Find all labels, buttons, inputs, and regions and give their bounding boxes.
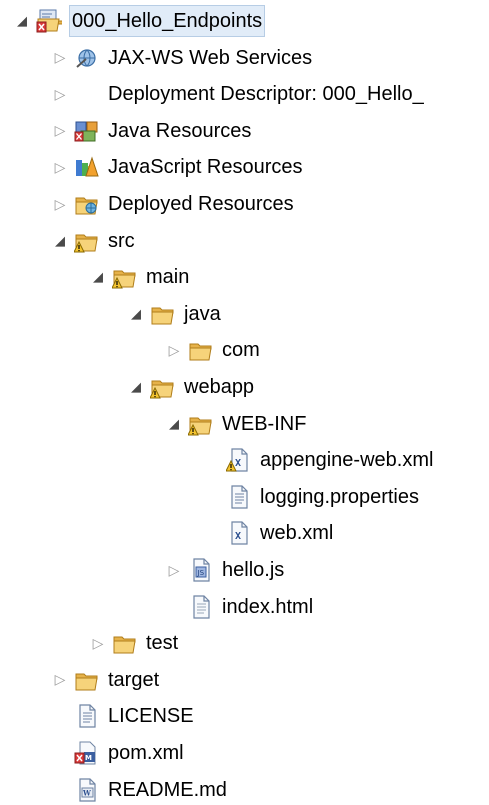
tree-item[interactable]: ▷ Java Resources <box>48 116 252 146</box>
tree-item[interactable]: ▷ test <box>86 628 179 658</box>
java-resources-icon <box>72 116 102 146</box>
tree-item[interactable]: Mpom.xml <box>48 738 184 768</box>
collapse-arrow-icon[interactable]: ◢ <box>48 226 72 256</box>
tree-item[interactable]: ▷ JAX-WS Web Services <box>48 43 313 73</box>
tree-item[interactable]: ◢ 000_Hello_Endpoints <box>10 5 266 37</box>
tree-item-label: index.html <box>222 595 314 618</box>
expand-arrow-icon[interactable]: ▷ <box>48 79 72 109</box>
svg-text:X: X <box>235 458 241 469</box>
tree-item[interactable]: ◢ src <box>48 226 135 256</box>
collapse-arrow-icon[interactable]: ◢ <box>86 262 110 292</box>
tree-item-label: Deployed Resources <box>108 193 294 215</box>
html-file-icon <box>186 592 216 622</box>
tree-item-label: test <box>146 632 179 655</box>
tree-item-label: Java Resources <box>108 119 252 142</box>
webservice-icon <box>72 43 102 73</box>
xml-warning-icon: X <box>224 445 254 475</box>
tree-item-label: WEB-INF <box>222 412 307 435</box>
expand-arrow-icon[interactable]: ▷ <box>86 628 110 658</box>
tree-item-label: logging.properties <box>260 485 419 508</box>
folder-warning-icon <box>110 262 140 292</box>
tree-item-label: pom.xml <box>108 742 184 764</box>
tree-item[interactable]: Xappengine-web.xml <box>200 445 433 475</box>
svg-text:M: M <box>85 754 92 762</box>
collapse-arrow-icon[interactable]: ◢ <box>10 6 34 36</box>
svg-text:JS: JS <box>197 569 205 577</box>
markdown-file-icon: W <box>72 775 102 805</box>
folder-warning-icon <box>72 226 102 256</box>
javascript-resources-icon <box>72 152 102 182</box>
deployed-resources-icon <box>72 189 102 219</box>
folder-icon <box>110 628 140 658</box>
folder-warning-icon <box>186 409 216 439</box>
tree-item-label: com <box>222 339 260 362</box>
tree-item-label: appengine-web.xml <box>260 449 434 472</box>
text-file-icon <box>224 482 254 512</box>
tree-item[interactable]: Xweb.xml <box>200 518 333 548</box>
expand-arrow-icon[interactable]: ▷ <box>48 152 72 182</box>
project-explorer-tree: ◢ 000_Hello_Endpoints ▷ JAX-WS Web Services… <box>0 0 489 802</box>
tree-item-label: LICENSE <box>108 705 194 728</box>
folder-icon <box>72 665 102 695</box>
tree-item[interactable]: ▷ target <box>48 665 160 695</box>
expand-arrow-icon[interactable]: ▷ <box>48 43 72 73</box>
project-icon <box>34 6 64 36</box>
folder-warning-icon <box>148 372 178 402</box>
collapse-arrow-icon[interactable]: ◢ <box>124 372 148 402</box>
tree-item[interactable]: ▷ Deployed Resources <box>48 189 294 219</box>
tree-item-label: hello.js <box>222 559 285 581</box>
svg-text:W: W <box>82 788 91 797</box>
tree-item[interactable]: index.html <box>162 592 313 622</box>
expand-arrow-icon[interactable]: ▷ <box>162 555 186 585</box>
tree-item[interactable]: ◢ webapp <box>124 372 254 402</box>
js-file-icon: JS <box>186 555 216 585</box>
collapse-arrow-icon[interactable]: ◢ <box>124 299 148 329</box>
tree-item-label: JAX-WS Web Services <box>108 46 313 69</box>
tree-item-label: target <box>108 668 160 691</box>
tree-item-label: main <box>146 266 190 289</box>
expand-arrow-icon[interactable]: ▷ <box>48 665 72 695</box>
text-file-icon <box>72 701 102 731</box>
tree-item-label: web.xml <box>260 522 334 545</box>
expand-arrow-icon[interactable]: ▷ <box>162 335 186 365</box>
collapse-arrow-icon[interactable]: ◢ <box>162 409 186 439</box>
tree-item[interactable]: ▷ Deployment Descriptor: 000_Hello_ <box>48 79 424 109</box>
tree-item-label: java <box>184 302 221 325</box>
tree-item[interactable]: ▷ JavaScript Resources <box>48 152 303 182</box>
expand-arrow-icon[interactable]: ▷ <box>48 116 72 146</box>
xml-file-icon: X <box>224 518 254 548</box>
folder-icon <box>186 335 216 365</box>
expand-arrow-icon[interactable]: ▷ <box>48 189 72 219</box>
maven-pom-icon: M <box>72 738 102 768</box>
tree-item[interactable]: ▷ com <box>162 335 260 365</box>
tree-item[interactable]: ◢ WEB-INF <box>162 409 306 439</box>
folder-icon <box>148 299 178 329</box>
tree-item[interactable]: ▷ JS hello.js <box>162 555 284 585</box>
tree-item[interactable]: ◢ java <box>124 299 221 329</box>
tree-item[interactable]: LICENSE <box>48 701 194 731</box>
tree-item-label: Deployment Descriptor: 000_Hello_ <box>108 83 424 106</box>
tree-item[interactable]: W README.md <box>48 775 227 805</box>
tree-item-label: JavaScript Resources <box>108 156 303 179</box>
blank-icon <box>72 79 102 109</box>
tree-item-label: webapp <box>184 376 255 398</box>
tree-item[interactable]: logging.properties <box>200 482 419 512</box>
tree-item[interactable]: ◢ main <box>86 262 189 292</box>
tree-item-label: src <box>108 229 135 252</box>
svg-text:X: X <box>235 531 241 542</box>
tree-item-label: README.md <box>108 778 227 801</box>
tree-item-label: 000_Hello_Endpoints <box>68 5 266 37</box>
